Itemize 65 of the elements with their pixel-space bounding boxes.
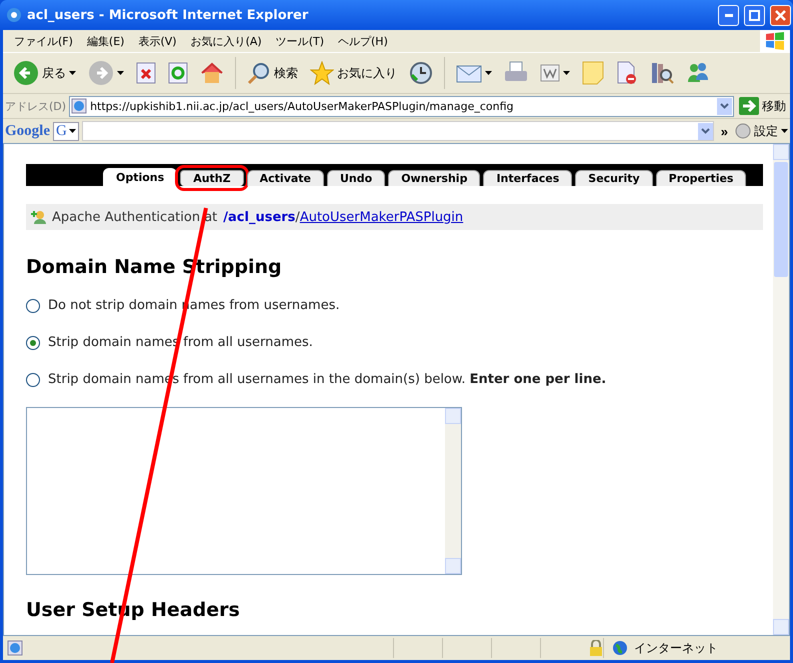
google-logo: Google <box>5 122 50 140</box>
document-w-icon <box>540 64 560 82</box>
maximize-icon <box>749 10 760 20</box>
minimize-button[interactable] <box>718 4 739 26</box>
house-icon <box>200 62 224 84</box>
radio-button[interactable] <box>26 298 40 312</box>
people-icon <box>686 62 710 84</box>
radio-button[interactable] <box>26 372 40 386</box>
menu-item[interactable]: ツール(T) <box>268 34 331 48</box>
window-title: acl_users - Microsoft Internet Explorer <box>27 8 310 22</box>
tab[interactable]: Interfaces <box>483 170 572 186</box>
minimize-icon <box>724 14 732 16</box>
radio-button[interactable] <box>26 336 40 350</box>
books-magnifier-icon <box>650 61 674 85</box>
menu-item[interactable]: 編集(E) <box>80 34 132 48</box>
maximize-button[interactable] <box>744 4 765 26</box>
toolbar-button[interactable]: お気に入り <box>306 59 401 87</box>
dropdown-caret-icon[interactable] <box>68 129 76 133</box>
tab[interactable]: Ownership <box>388 170 480 186</box>
tab[interactable]: Options <box>103 168 178 186</box>
tab[interactable]: Security <box>575 170 653 186</box>
address-label: アドレス(D) <box>5 98 66 114</box>
domains-textarea[interactable] <box>26 407 462 575</box>
circle-icon <box>735 123 751 139</box>
chevron-down-icon <box>700 128 710 134</box>
search-field[interactable] <box>82 121 714 141</box>
tab[interactable]: Activate <box>246 170 324 186</box>
user-add-icon <box>30 210 46 224</box>
globe-icon <box>612 640 628 656</box>
settings-button[interactable]: 設定 <box>735 122 788 140</box>
right-arrow-icon <box>739 97 759 115</box>
menu-item[interactable]: お気に入り(A) <box>184 34 269 48</box>
search-icon <box>247 61 271 85</box>
padlock-icon <box>589 640 603 656</box>
more-button[interactable]: » <box>716 124 732 138</box>
envelope-icon <box>456 63 482 83</box>
zone-label: インターネット <box>634 640 718 656</box>
close-button[interactable] <box>770 4 791 26</box>
tab[interactable]: Properties <box>656 170 746 186</box>
toolbar-button[interactable]: 戻る <box>9 58 80 88</box>
google-menu-button[interactable]: G <box>53 122 79 140</box>
toolbar-button[interactable]: 検索 <box>243 59 302 87</box>
path-link[interactable]: /acl_users <box>223 210 296 224</box>
path-separator: / <box>295 210 300 224</box>
chevron-down-icon <box>720 103 729 109</box>
tab[interactable]: Undo <box>327 170 386 186</box>
menu-item[interactable]: 表示(V) <box>131 34 184 48</box>
close-icon <box>775 10 786 20</box>
star-icon <box>310 61 334 85</box>
scrollbar[interactable] <box>773 144 789 635</box>
menu-item[interactable]: ヘルプ(H) <box>331 34 395 48</box>
page-blocked-icon <box>616 61 638 85</box>
dropdown-caret-icon[interactable] <box>563 71 570 75</box>
go-button[interactable]: 移動 <box>737 97 788 115</box>
stop-page-icon <box>136 62 156 84</box>
sticky-note-icon <box>582 61 604 85</box>
address-field[interactable]: https://upkishib1.nii.ac.jp/acl_users/AutoUserMakerPASPlugin/manage_config <box>69 96 734 116</box>
plugin-link[interactable]: AutoUserMakerPASPlugin <box>300 210 464 224</box>
dropdown-caret-icon[interactable] <box>69 71 76 75</box>
dropdown-button[interactable] <box>717 98 732 114</box>
dropdown-caret-icon[interactable] <box>485 71 492 75</box>
dropdown-caret-icon[interactable] <box>117 71 124 75</box>
refresh-page-icon <box>168 62 188 84</box>
dropdown-caret-icon[interactable] <box>781 129 788 133</box>
menu-item[interactable]: ファイル(F) <box>7 34 80 48</box>
